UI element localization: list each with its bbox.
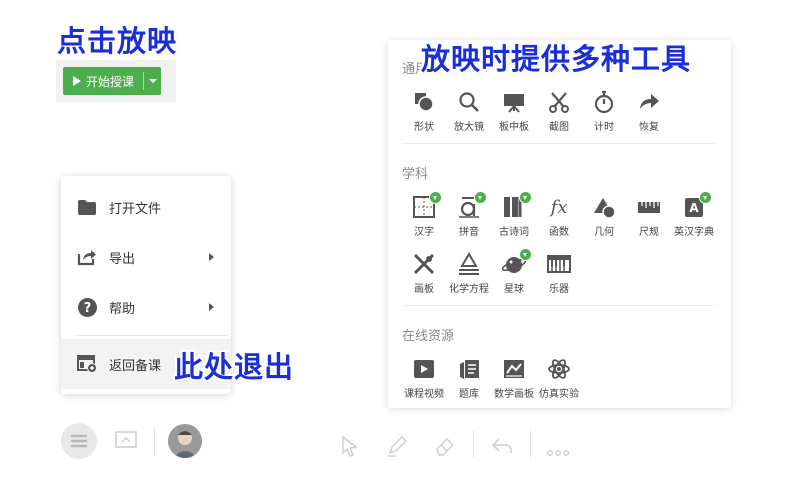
export-icon xyxy=(77,247,97,267)
video-icon xyxy=(412,357,436,381)
menu-item-label: 打开文件 xyxy=(109,201,162,217)
tool-label: 英汉字典 xyxy=(674,227,714,238)
atom-icon xyxy=(547,357,571,381)
restore-icon xyxy=(637,90,661,114)
stopwatch-icon xyxy=(592,90,616,114)
board-icon xyxy=(502,90,526,114)
svg-text:?: ? xyxy=(83,301,91,316)
planet-icon xyxy=(501,248,532,276)
tool-label: 仿真实验 xyxy=(539,389,579,400)
tool-restore[interactable]: 恢复 xyxy=(627,90,671,133)
toolbar-divider xyxy=(530,430,531,458)
tool-label: 乐器 xyxy=(549,284,569,295)
cursor-icon xyxy=(342,435,358,457)
play-icon xyxy=(73,76,81,86)
slides-icon xyxy=(115,431,137,448)
download-badge-icon xyxy=(519,248,532,261)
download-badge-icon xyxy=(699,191,712,204)
section-divider xyxy=(402,143,717,144)
avatar-icon xyxy=(168,424,202,458)
folder-icon xyxy=(77,197,97,217)
question-bank-icon xyxy=(457,357,481,381)
menu-item-help[interactable]: ? 帮助 xyxy=(61,282,231,332)
dictionary-icon: A xyxy=(682,191,712,219)
pinyin-icon xyxy=(457,191,487,219)
eraser-icon xyxy=(436,437,455,456)
menu-item-open-file[interactable]: 打开文件 xyxy=(61,182,231,232)
chevron-right-icon xyxy=(209,253,214,261)
svg-text:fx: fx xyxy=(549,197,568,218)
menu-item-label: 导出 xyxy=(109,251,136,267)
function-icon: fx xyxy=(547,195,571,219)
download-badge-icon xyxy=(519,191,532,204)
svg-text:A: A xyxy=(689,201,699,215)
help-icon: ? xyxy=(77,297,97,317)
more-icon xyxy=(546,449,570,457)
annotation-tools-hint: 放映时提供多种工具 xyxy=(421,42,692,76)
menu-divider xyxy=(77,335,227,336)
menu-item-label: 返回备课 xyxy=(109,358,162,374)
annotation-click-to-play: 点击放映 xyxy=(57,24,178,58)
poem-icon xyxy=(502,191,532,219)
download-badge-icon xyxy=(474,191,487,204)
undo-button[interactable] xyxy=(491,437,513,459)
start-button-area: 开始授课 xyxy=(56,60,176,102)
hamburger-icon xyxy=(70,434,88,448)
bottom-toolbar xyxy=(0,415,785,465)
avatar[interactable] xyxy=(168,424,202,458)
toolbar-divider xyxy=(473,430,474,458)
download-badge-icon xyxy=(429,191,442,204)
start-teaching-button[interactable]: 开始授课 xyxy=(63,67,161,95)
tool-dictionary[interactable]: A 英汉字典 xyxy=(672,191,716,238)
menu-item-label: 帮助 xyxy=(109,301,136,317)
pen-icon xyxy=(388,435,408,457)
math-board-icon xyxy=(502,357,526,381)
button-separator xyxy=(143,72,144,90)
shape-icon xyxy=(412,90,436,114)
chemistry-icon xyxy=(457,252,481,276)
menu-button[interactable] xyxy=(61,423,97,459)
return-icon xyxy=(77,354,97,374)
geometry-icon xyxy=(592,195,616,219)
toolbar-divider xyxy=(154,427,155,455)
tool-instrument[interactable]: 乐器 xyxy=(537,252,581,295)
magnifier-icon xyxy=(457,90,481,114)
section-title-online: 在线资源 xyxy=(402,329,455,344)
tool-simulation[interactable]: 仿真实验 xyxy=(537,357,581,400)
ruler-icon xyxy=(637,195,661,219)
section-divider xyxy=(402,305,717,306)
annotation-exit-hint: 此处退出 xyxy=(174,350,295,384)
start-teaching-label: 开始授课 xyxy=(86,74,135,89)
scissors-icon xyxy=(547,90,571,114)
slides-button[interactable] xyxy=(114,430,138,454)
eraser-tool[interactable] xyxy=(434,435,456,461)
chevron-down-icon[interactable] xyxy=(149,79,157,83)
hanzi-icon xyxy=(412,191,442,219)
menu-item-export[interactable]: 导出 xyxy=(61,232,231,282)
section-title-subject: 学科 xyxy=(402,167,429,182)
drawing-board-icon xyxy=(412,252,436,276)
more-button[interactable] xyxy=(546,442,570,461)
tools-panel: 通用 形状 放大镜 板中板 截图 计时 恢复 学科 汉字 拼音 古诗词 fx 函… xyxy=(388,40,731,408)
chevron-right-icon xyxy=(209,303,214,311)
pointer-tool[interactable] xyxy=(340,435,360,461)
pen-tool[interactable] xyxy=(386,435,408,461)
tool-label: 恢复 xyxy=(639,122,659,133)
piano-icon xyxy=(547,252,571,276)
undo-icon xyxy=(491,438,512,453)
